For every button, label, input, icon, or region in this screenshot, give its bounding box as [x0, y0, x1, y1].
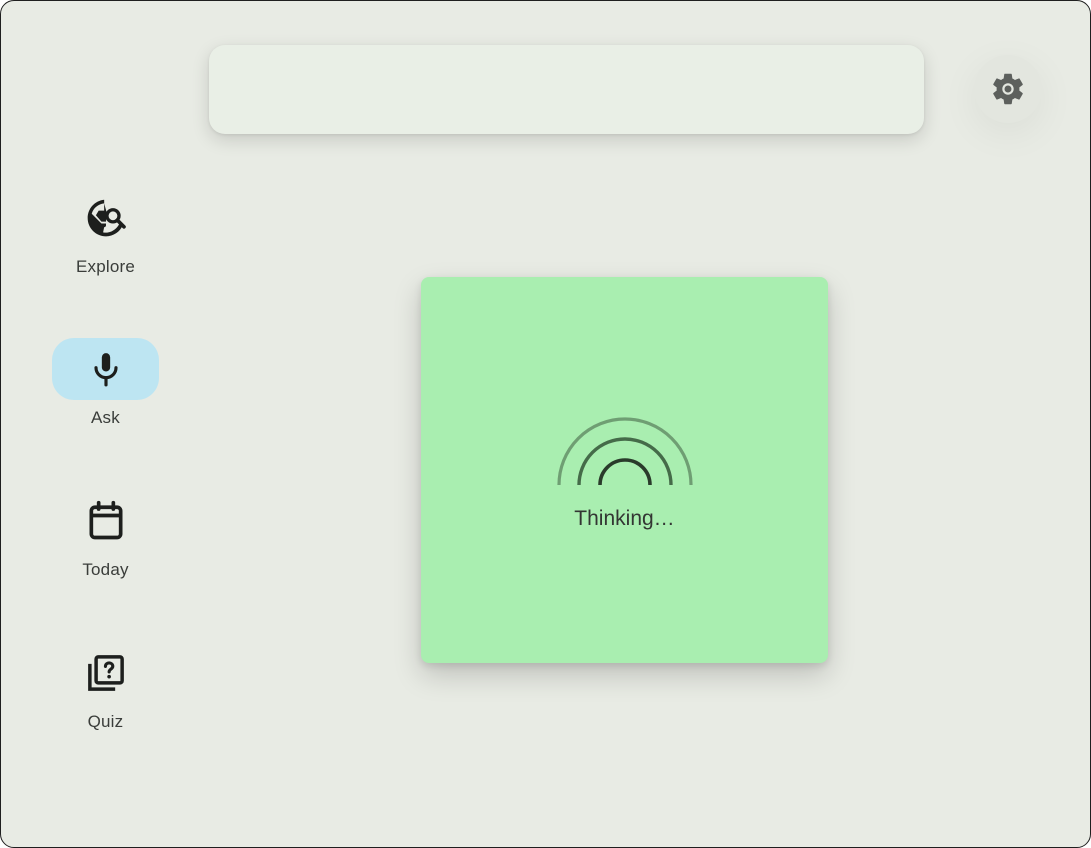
nav-item-label: Quiz [87, 712, 124, 731]
nav-item-explore[interactable]: Explore [51, 187, 160, 277]
nav-indicator [52, 490, 159, 552]
loading-arcs-icon [557, 417, 693, 486]
thinking-status-text: Thinking… [574, 507, 675, 530]
app-window: Explore Ask Today Quiz Thinking… [0, 0, 1091, 848]
quiz-icon [87, 655, 124, 691]
nav-item-today[interactable]: Today [51, 490, 160, 580]
mic-icon [93, 353, 118, 387]
travel-explore-icon [87, 199, 126, 237]
nav-item-label: Ask [91, 408, 120, 427]
nav-indicator [52, 187, 159, 249]
thinking-card: Thinking… [421, 277, 828, 663]
nav-item-ask[interactable]: Ask [51, 338, 160, 428]
nav-indicator [52, 642, 159, 704]
nav-item-label: Explore [75, 257, 136, 276]
search-bar[interactable] [209, 45, 924, 134]
calendar-icon [89, 500, 122, 540]
nav-rail: Explore Ask Today Quiz [1, 1, 211, 847]
settings-button[interactable] [974, 55, 1042, 123]
nav-item-label: Today [82, 560, 129, 579]
nav-active-indicator [52, 338, 159, 400]
gear-icon [993, 73, 1023, 105]
nav-item-quiz[interactable]: Quiz [51, 642, 160, 732]
